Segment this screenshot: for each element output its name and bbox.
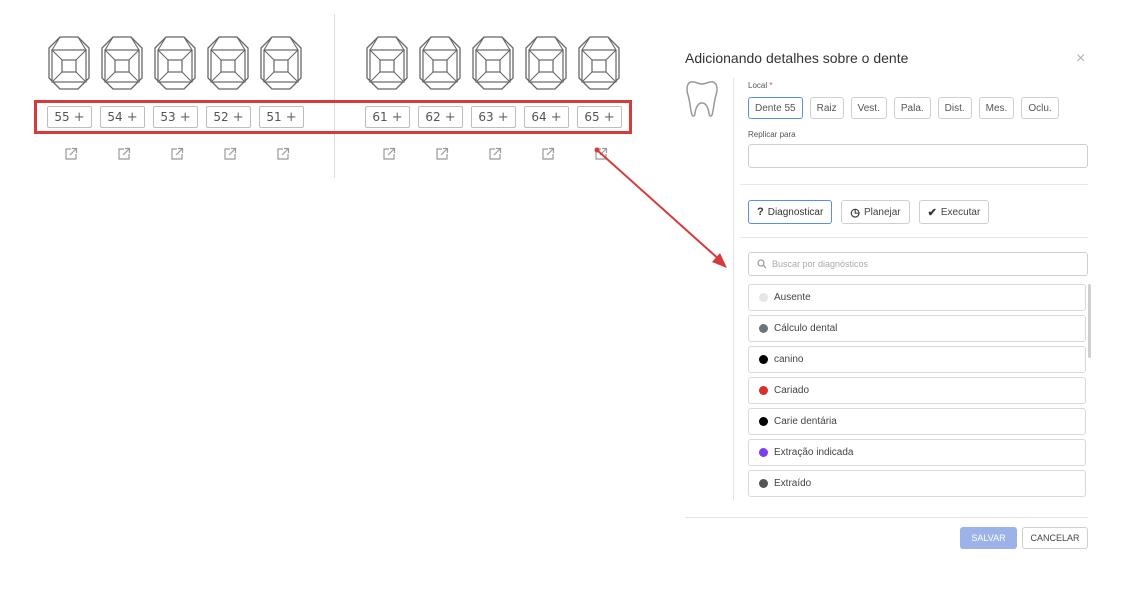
cancel-button[interactable]: CANCELAR <box>1022 527 1088 549</box>
action-tab-2[interactable]: ✔ Executar <box>918 200 990 224</box>
action-label: Diagnosticar <box>767 206 824 218</box>
close-icon[interactable]: × <box>1076 50 1085 68</box>
footer-divider <box>685 517 1088 518</box>
local-label: Local * <box>748 81 772 90</box>
external-link-icon[interactable] <box>117 147 131 161</box>
diagnosis-item[interactable]: Cálculo dental <box>748 315 1086 342</box>
tooth-diagram-icon <box>366 36 408 90</box>
local-options: Dente 55 Raiz Vest. Pala. Dist. Mes. Oclu. <box>748 97 1059 119</box>
external-link-icon[interactable] <box>223 147 237 161</box>
tooth-diagram-icon <box>48 36 90 90</box>
local-option-button[interactable]: Pala. <box>893 97 931 119</box>
color-dot-icon <box>759 386 768 395</box>
diagnosis-search-input[interactable] <box>772 259 1072 269</box>
color-dot-icon <box>759 355 768 364</box>
tooth-diagram-icon <box>101 36 143 90</box>
local-option-button[interactable]: Mes. <box>978 97 1015 119</box>
external-link-icon[interactable] <box>382 147 396 161</box>
tooth-diagram[interactable] <box>577 35 621 91</box>
tooth-diagram-icon <box>154 36 196 90</box>
tooth-diagram[interactable] <box>47 35 91 91</box>
external-link-icon[interactable] <box>435 147 449 161</box>
tooth-diagram-icon <box>207 36 249 90</box>
midline-divider <box>334 14 335 178</box>
tooth-diagram[interactable] <box>153 35 197 91</box>
scrollbar[interactable] <box>1088 284 1091 358</box>
tooth-icon <box>686 81 718 117</box>
search-icon <box>757 259 767 269</box>
tooth-diagram[interactable] <box>365 35 409 91</box>
tooth-diagram[interactable] <box>259 35 303 91</box>
replicar-label: Replicar para <box>748 130 796 139</box>
color-dot-icon <box>759 324 768 333</box>
action-icon: ✔ <box>927 206 937 219</box>
tooth-diagram[interactable] <box>100 35 144 91</box>
action-label: Planejar <box>863 206 901 218</box>
external-link-icon[interactable] <box>276 147 290 161</box>
color-dot-icon <box>759 479 768 488</box>
action-label: Executar <box>940 206 981 218</box>
color-dot-icon <box>759 293 768 302</box>
diagnosis-item[interactable]: Extração indicada <box>748 439 1086 466</box>
diagnosis-item[interactable]: Ausente <box>748 284 1086 311</box>
diagnosis-item[interactable]: Extraído <box>748 470 1086 497</box>
action-tab-0[interactable]: ? Diagnosticar <box>748 200 833 224</box>
external-link-icon[interactable] <box>541 147 555 161</box>
tooth-diagram[interactable] <box>524 35 568 91</box>
search-box[interactable] <box>748 252 1088 276</box>
local-option-button[interactable]: Raiz <box>809 97 844 119</box>
panel-title: Adicionando detalhes sobre o dente <box>685 50 909 66</box>
diagnosis-label: Carie dentária <box>774 416 837 427</box>
external-link-icon[interactable] <box>170 147 184 161</box>
tooth-diagram[interactable] <box>418 35 462 91</box>
diagnosis-label: Ausente <box>774 292 811 303</box>
diagnosis-label: Extração indicada <box>774 447 854 458</box>
color-dot-icon <box>759 417 768 426</box>
diagnosis-list: Ausente Cálculo dental canino Cariado Carie … <box>748 284 1086 501</box>
local-label-text: Local <box>748 81 768 90</box>
external-link-icon[interactable] <box>594 147 608 161</box>
action-tab-1[interactable]: ◷ Planejar <box>841 200 910 224</box>
diagnosis-label: canino <box>774 354 804 365</box>
color-dot-icon <box>759 448 768 457</box>
panel-vertical-divider <box>733 78 734 500</box>
save-button[interactable]: SALVAR <box>960 527 1017 549</box>
replicar-para-field[interactable] <box>748 144 1088 168</box>
diagnosis-item[interactable]: canino <box>748 346 1086 373</box>
action-icon: ◷ <box>850 206 860 219</box>
tooth-diagram-icon <box>419 36 461 90</box>
diagnosis-label: Cálculo dental <box>774 323 838 334</box>
required-mark: * <box>769 81 773 90</box>
section-divider <box>740 184 1088 185</box>
diagnosis-item[interactable]: Carie dentária <box>748 408 1086 435</box>
external-link-icon[interactable] <box>488 147 502 161</box>
tooth-diagram-icon <box>578 36 620 90</box>
action-tabs: ? Diagnosticar ◷ Planejar ✔ Executar <box>748 200 990 224</box>
highlight-annotation-box <box>34 100 632 134</box>
local-option-button[interactable]: Dist. <box>937 97 972 119</box>
tooth-diagram-icon <box>525 36 567 90</box>
local-option-button[interactable]: Oclu. <box>1021 97 1059 119</box>
tooth-diagram-icon <box>472 36 514 90</box>
tooth-diagram[interactable] <box>471 35 515 91</box>
local-option-button[interactable]: Dente 55 <box>748 97 803 119</box>
local-option-button[interactable]: Vest. <box>850 97 887 119</box>
external-link-icon[interactable] <box>64 147 78 161</box>
tooth-diagram-icon <box>260 36 302 90</box>
tooth-diagram[interactable] <box>206 35 250 91</box>
action-icon: ? <box>757 206 764 218</box>
diagnosis-label: Extraído <box>774 478 812 489</box>
section-divider <box>740 237 1088 238</box>
diagnosis-label: Cariado <box>774 385 810 396</box>
diagnosis-item[interactable]: Cariado <box>748 377 1086 404</box>
